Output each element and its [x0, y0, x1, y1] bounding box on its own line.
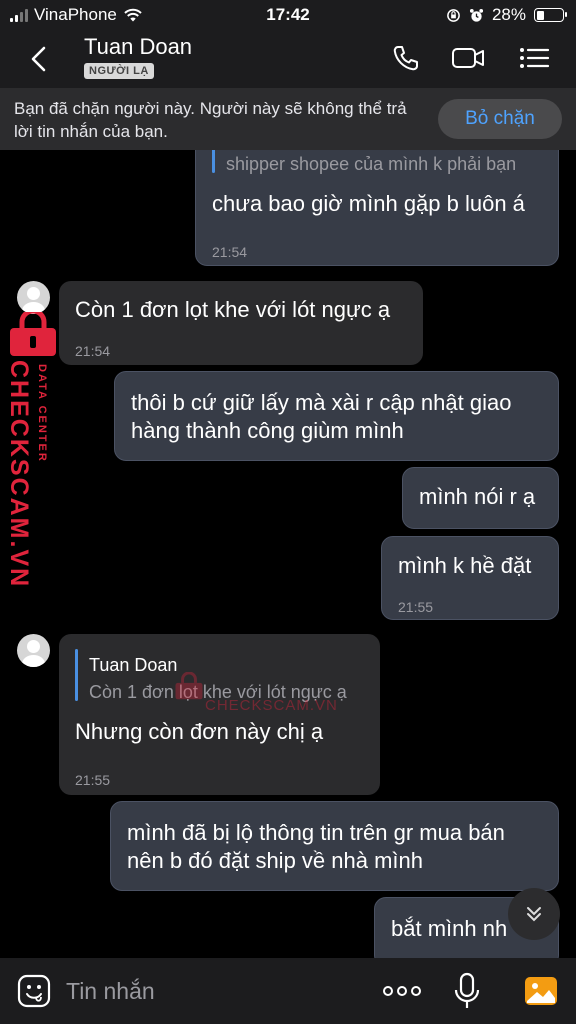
quote-bar [75, 649, 78, 701]
message-text-line: nên b đó đặt ship về nhà mình [127, 848, 423, 873]
message-bubble-outgoing[interactable]: mình nói r ạ [402, 467, 559, 529]
message-time: 21:55 [75, 772, 111, 788]
alarm-icon [469, 8, 484, 22]
status-right: 28% [446, 5, 567, 25]
message-input-bar [0, 958, 576, 1024]
message-bubble-incoming[interactable]: Còn 1 đơn lọt khe với lót ngực ạ 21:54 [59, 281, 423, 365]
double-chevron-down-icon [527, 907, 541, 922]
message-text: mình k hề đặt [398, 553, 532, 578]
watermark-brand: CHECKSCAM.VN [5, 360, 33, 589]
avatar[interactable] [17, 281, 50, 314]
checkscam-lock-logo [10, 312, 56, 356]
phone-icon[interactable] [389, 43, 423, 73]
message-bubble-outgoing[interactable]: mình đã bị lộ thông tin trên gr mua bán … [110, 801, 559, 891]
message-text: Nhưng còn đơn này chị ạ [75, 719, 324, 744]
message-text: mình nói r ạ [419, 484, 536, 509]
unblock-button[interactable]: Bỏ chặn [438, 99, 562, 139]
message-bubble-outgoing[interactable]: mình k hề đặt 21:55 [381, 536, 559, 620]
message-text-line: thôi b cứ giữ lấy mà xài r cập nhật giao [131, 390, 512, 415]
quoted-author: Tuan Doan [89, 655, 178, 675]
battery-icon [534, 8, 567, 22]
photo-icon[interactable] [524, 974, 558, 1008]
message-input[interactable] [66, 974, 346, 1008]
message-time: 21:55 [398, 599, 434, 615]
message-time: 21:54 [75, 343, 111, 359]
back-chevron-icon[interactable] [24, 44, 54, 74]
scroll-to-bottom-button[interactable] [508, 888, 560, 940]
watermark-subtitle: DATA CENTER [36, 364, 48, 463]
message-list[interactable]: shipper shopee của mình k phải bạn chưa … [0, 150, 576, 958]
sticker-icon[interactable] [17, 974, 51, 1008]
message-text: bắt mình nh [391, 916, 508, 941]
blocked-banner-text: Bạn đã chặn người này. Người này sẽ khôn… [14, 99, 407, 141]
chat-header: Tuan Doan NGƯỜI LẠ [0, 30, 576, 88]
blocked-banner: Bạn đã chặn người này. Người này sẽ khôn… [0, 88, 576, 150]
watermark-brand-small: CHECKSCAM.VN [205, 697, 338, 714]
video-camera-icon[interactable] [451, 43, 485, 73]
message-bubble-outgoing[interactable]: shipper shopee của mình k phải bạn chưa … [195, 150, 559, 266]
message-bubble-outgoing[interactable]: thôi b cứ giữ lấy mà xài r cập nhật giao… [114, 371, 559, 461]
watermark-lock-small [175, 672, 203, 700]
quote-bar [212, 150, 215, 173]
microphone-icon[interactable] [452, 972, 482, 1010]
battery-percent: 28% [491, 5, 526, 24]
stranger-badge: NGƯỜI LẠ [84, 63, 154, 79]
message-text-line: hàng thành công giùm mình [131, 418, 404, 443]
quoted-message-text: shipper shopee của mình k phải bạn [226, 154, 517, 174]
message-text: Còn 1 đơn lọt khe với lót ngực ạ [75, 297, 391, 322]
more-dots-icon[interactable] [382, 982, 422, 1000]
avatar[interactable] [17, 634, 50, 667]
message-bubble-incoming[interactable]: Tuan Doan Còn 1 đơn lọt khe với lót ngực… [59, 634, 380, 795]
rotation-lock-icon [447, 8, 460, 22]
list-menu-icon[interactable] [517, 43, 551, 73]
status-bar: VinaPhone 17:42 28% [0, 0, 576, 30]
message-text: chưa bao giờ mình gặp b luôn á [212, 191, 525, 216]
contact-name[interactable]: Tuan Doan [84, 34, 192, 60]
message-time: 21:54 [212, 244, 248, 260]
message-text-line: mình đã bị lộ thông tin trên gr mua bán [127, 820, 505, 845]
